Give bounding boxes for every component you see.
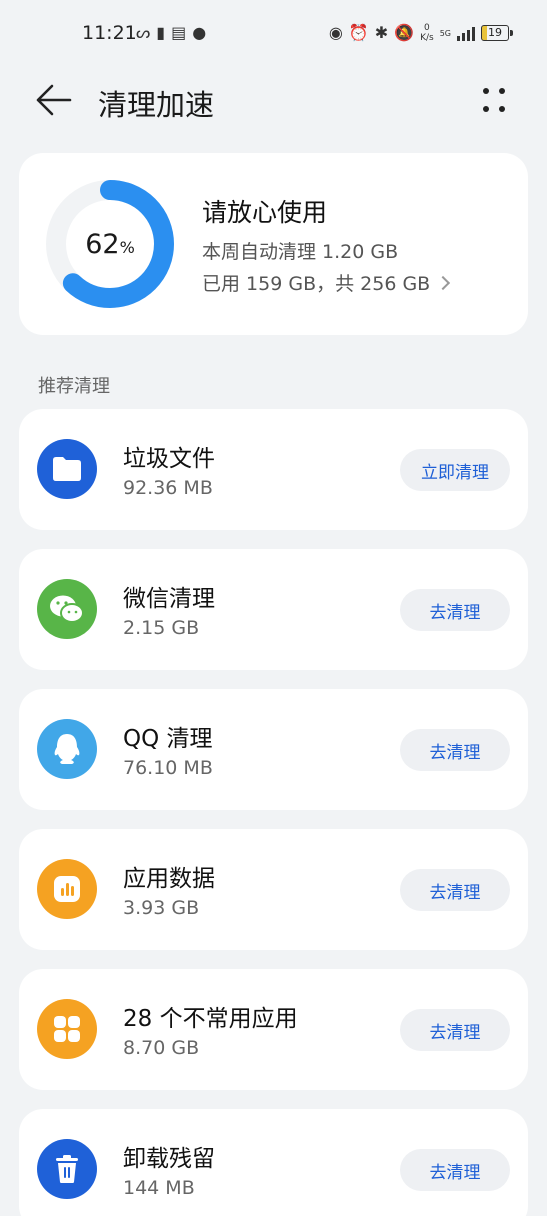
- qq-icon: [37, 719, 97, 779]
- clean-button[interactable]: 去清理: [400, 589, 510, 631]
- clean-item-size: 8.70 GB: [123, 1037, 200, 1059]
- section-label: 推荐清理: [38, 376, 110, 397]
- storage-summary-card[interactable]: 62% 请放心使用 本周自动清理 1.20 GB 已用 159 GB，共 256…: [19, 153, 528, 335]
- app-notification-icon: ▤: [171, 23, 187, 42]
- back-button[interactable]: [34, 82, 74, 118]
- clean-item[interactable]: 应用数据 3.93 GB 去清理: [19, 829, 528, 950]
- clean-item-size: 144 MB: [123, 1177, 195, 1199]
- clean-item-size: 2.15 GB: [123, 617, 200, 639]
- clean-item[interactable]: 卸载残留 144 MB 去清理: [19, 1109, 528, 1216]
- clean-item-size: 92.36 MB: [123, 477, 213, 499]
- alarm-icon: ⏰: [348, 23, 369, 42]
- weekly-clean-info: 本周自动清理 1.20 GB: [202, 241, 399, 263]
- clean-button[interactable]: 去清理: [400, 1149, 510, 1191]
- clean-item[interactable]: 28 个不常用应用 8.70 GB 去清理: [19, 969, 528, 1090]
- clean-item-title: 28 个不常用应用: [123, 1006, 298, 1032]
- clean-item-title: 应用数据: [123, 866, 215, 892]
- clean-button[interactable]: 去清理: [400, 1009, 510, 1051]
- clean-item[interactable]: 垃圾文件 92.36 MB 立即清理: [19, 409, 528, 530]
- more-options-button[interactable]: [479, 84, 511, 116]
- mute-icon: 🔕: [394, 23, 415, 42]
- clean-item[interactable]: 微信清理 2.15 GB 去清理: [19, 549, 528, 670]
- app-bar: 清理加速: [0, 70, 547, 130]
- eye-icon: ◉: [328, 23, 343, 42]
- clean-button[interactable]: 去清理: [400, 869, 510, 911]
- battery-icon: 19: [481, 25, 513, 41]
- chevron-right-icon: [436, 275, 451, 290]
- page-title: 清理加速: [98, 88, 215, 122]
- clean-button[interactable]: 立即清理: [400, 449, 510, 491]
- network-type: 5G: [439, 28, 451, 38]
- clean-item-title: 卸载残留: [123, 1146, 215, 1172]
- clean-item-title: QQ 清理: [123, 726, 213, 752]
- bluetooth-icon: ✱: [374, 23, 389, 42]
- notification-icons: ᔕ ▮ ▤ ●: [136, 23, 206, 43]
- battery-saver-icon: ▮: [156, 23, 166, 42]
- clean-button[interactable]: 去清理: [400, 729, 510, 771]
- clean-item-size: 76.10 MB: [123, 757, 213, 779]
- status-bar: 11:21 ᔕ ▮ ▤ ● ◉ ⏰ ✱ 🔕 0 K/s 5G 19: [0, 0, 547, 70]
- clean-item-title: 垃圾文件: [123, 446, 215, 472]
- system-icons: ◉ ⏰ ✱ 🔕 0 K/s 5G 19: [328, 22, 513, 44]
- signal-icon: [457, 25, 475, 41]
- storage-used-info[interactable]: 已用 159 GB，共 256 GB: [202, 269, 451, 296]
- clean-item[interactable]: QQ 清理 76.10 MB 去清理: [19, 689, 528, 810]
- network-speed: 0 K/s: [420, 23, 434, 43]
- trash-icon: [37, 1139, 97, 1199]
- wechat-icon: [37, 579, 97, 639]
- usage-percent: 62%: [85, 228, 135, 260]
- storage-status: 请放心使用: [202, 198, 328, 227]
- apps-grid-icon: [37, 999, 97, 1059]
- link-icon: ᔕ: [136, 23, 151, 42]
- app-data-icon: [37, 859, 97, 919]
- clean-item-title: 微信清理: [123, 586, 215, 612]
- clean-item-size: 3.93 GB: [123, 897, 200, 919]
- folder-icon: [37, 439, 97, 499]
- status-time: 11:21: [82, 22, 137, 44]
- back-arrow-icon: [36, 84, 72, 116]
- wechat-notification-icon: ●: [192, 23, 207, 42]
